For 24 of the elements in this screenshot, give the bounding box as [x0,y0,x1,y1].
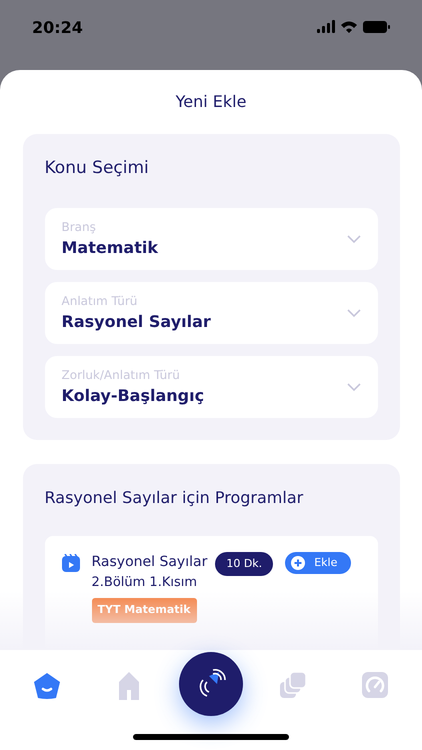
wifi-icon [341,20,357,33]
status-time: 20:24 [32,17,83,39]
center-action-button[interactable] [179,652,243,716]
section-title: Konu Seçimi [44,157,150,180]
chevron-down-icon [346,382,360,390]
section-title: Rasyonel Sayılar için Programlar [44,486,304,508]
duration-badge: 10 Dk. [215,552,274,576]
add-button[interactable]: Ekle [285,552,352,574]
program-title: Rasyonel Sayılar [92,552,208,572]
sheet-title: Yeni Ekle [176,91,246,113]
stacked-squares-icon[interactable] [280,672,306,698]
dropdown-value: Kolay-Başlangıç [62,384,204,406]
subject-tag: TYT Matematik [92,598,197,622]
program-subtitle: 2.Bölüm 1.Kısım [92,574,198,592]
dropdown-value: Rasyonel Sayılar [62,310,211,332]
chevron-down-icon [346,308,360,316]
video-icon [62,554,80,572]
plus-icon [290,554,306,571]
signal-icon [317,20,335,33]
home-icon[interactable] [33,672,61,700]
gauge-icon[interactable] [362,672,388,698]
chevron-down-icon [346,234,360,242]
battery-icon [363,20,390,32]
dropdown-value: Matematik [62,236,158,258]
